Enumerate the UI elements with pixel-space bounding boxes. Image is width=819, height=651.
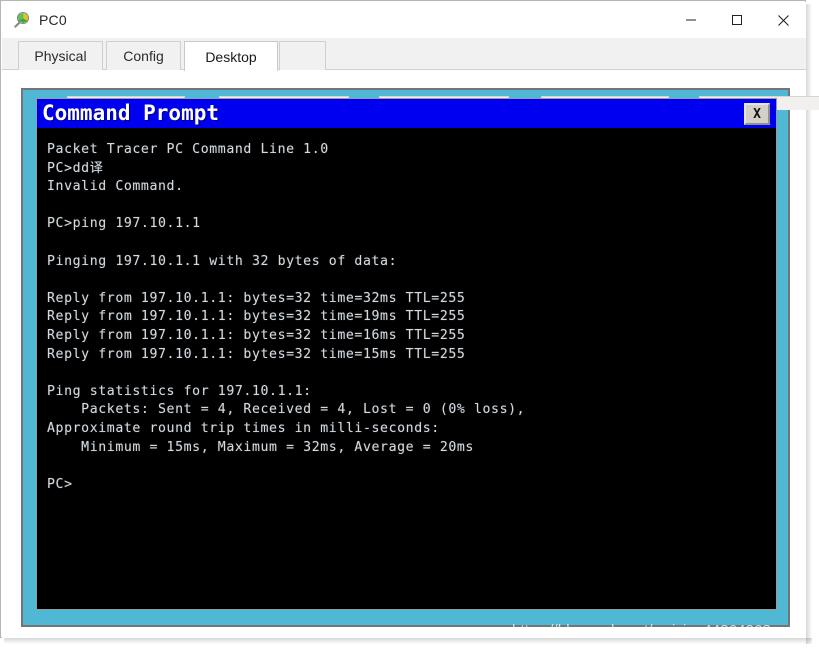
- terminal-line: Ping statistics for 197.10.1.1:: [47, 383, 312, 399]
- terminal-line: Packets: Sent = 4, Received = 4, Lost = …: [47, 402, 526, 418]
- tab-desktop[interactable]: Desktop: [184, 41, 278, 71]
- packet-tracer-icon: [11, 10, 31, 30]
- command-prompt-close-button[interactable]: X: [744, 103, 770, 125]
- tab-strip: Physical Config Desktop: [2, 38, 806, 71]
- packet-tracer-desktop-frame: Command Prompt X Packet Tracer PC Comman…: [21, 88, 819, 627]
- terminal-line: PC>dd译: [47, 160, 104, 176]
- tab-strip-spacer: [279, 41, 326, 70]
- terminal-line: Packet Tracer PC Command Line 1.0: [47, 142, 329, 157]
- terminal-line: Reply from 197.10.1.1: bytes=32 time=32m…: [47, 290, 466, 306]
- terminal-line: Reply from 197.10.1.1: bytes=32 time=16m…: [47, 327, 466, 343]
- terminal-line: PC>: [47, 476, 73, 492]
- maximize-button[interactable]: [714, 2, 760, 38]
- tab-config-label: Config: [123, 48, 164, 64]
- terminal-line: Minimum = 15ms, Maximum = 32ms, Average …: [47, 439, 474, 455]
- tab-config[interactable]: Config: [106, 41, 181, 70]
- command-prompt-window: Command Prompt X Packet Tracer PC Comman…: [36, 98, 777, 610]
- terminal-line: Reply from 197.10.1.1: bytes=32 time=19m…: [47, 309, 466, 325]
- terminal-line: Reply from 197.10.1.1: bytes=32 time=15m…: [47, 346, 466, 362]
- window-title: PC0: [39, 12, 67, 28]
- window-shadow-bottom: [4, 638, 812, 644]
- terminal-line: Approximate round trip times in milli-se…: [47, 420, 440, 436]
- command-prompt-titlebar: Command Prompt X: [37, 99, 776, 128]
- tab-physical[interactable]: Physical: [18, 41, 103, 70]
- window-titlebar: PC0: [2, 2, 806, 38]
- command-prompt-output[interactable]: Packet Tracer PC Command Line 1.0 PC>dd译…: [37, 128, 776, 609]
- window-controls: [668, 2, 806, 38]
- tab-physical-label: Physical: [34, 48, 87, 64]
- tab-desktop-label: Desktop: [205, 48, 257, 65]
- minimize-icon: [686, 19, 696, 21]
- command-prompt-title: Command Prompt: [42, 101, 220, 125]
- close-button[interactable]: [760, 2, 806, 38]
- terminal-line: Pinging 197.10.1.1 with 32 bytes of data…: [47, 253, 398, 269]
- terminal-line: PC>ping 197.10.1.1: [47, 216, 201, 232]
- minimize-button[interactable]: [668, 2, 714, 38]
- maximize-icon: [732, 15, 742, 25]
- close-icon: [777, 14, 789, 26]
- terminal-line: Invalid Command.: [47, 179, 184, 195]
